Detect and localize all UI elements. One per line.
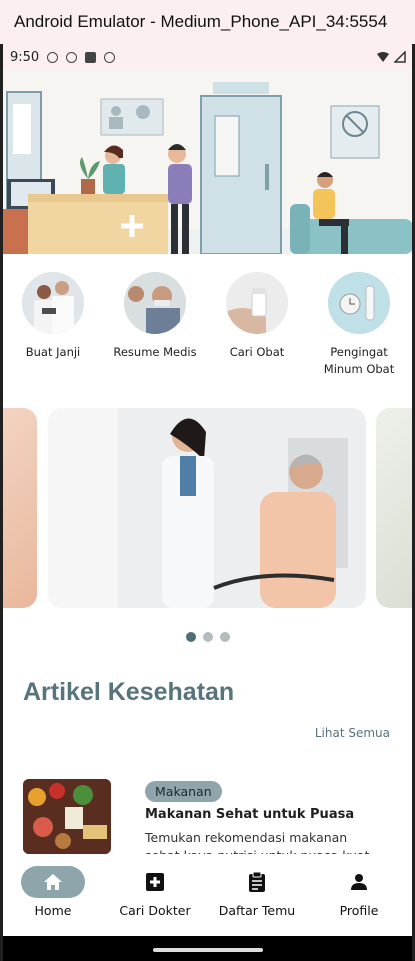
article-description: Temukan rekomendasi makanan sehat kaya n… [145, 830, 370, 854]
carousel-slide-prev[interactable] [3, 408, 37, 608]
nav-home[interactable]: Home [3, 866, 103, 918]
menu-label: Resume Medis [113, 345, 197, 359]
nav-label: Daftar Temu [218, 903, 296, 918]
medical-plus-icon [146, 873, 164, 891]
promo-carousel[interactable] [3, 408, 412, 608]
carousel-dot[interactable] [203, 632, 213, 642]
menu-buat-janji[interactable]: Buat Janji [3, 272, 103, 361]
doctors-photo-icon [22, 272, 84, 334]
patient-photo-icon [124, 272, 186, 334]
articles-title: Artikel Kesehatan [23, 678, 235, 706]
nav-cari-dokter-pill [123, 866, 187, 898]
carousel-dot[interactable] [185, 632, 196, 642]
info-icon [47, 51, 59, 63]
medicine-bottle-photo-icon [226, 272, 288, 334]
nav-label: Profile [339, 903, 379, 918]
gesture-bar-area [3, 936, 412, 961]
menu-pengingat-minum-obat[interactable]: Pengingat Minum Obat [309, 272, 409, 378]
nav-profile[interactable]: Profile [309, 866, 409, 918]
nav-label: Home [34, 903, 72, 918]
nav-cari-dokter[interactable]: Cari Dokter [105, 866, 205, 918]
nav-daftar-temu[interactable]: Daftar Temu [207, 866, 307, 918]
sd-card-icon [85, 51, 97, 63]
home-icon [44, 874, 62, 890]
bottom-navigation: Home Cari Dokter Daftar Temu Profile [3, 854, 412, 936]
clinic-illustration [3, 44, 412, 254]
food-photo [23, 779, 111, 854]
status-time: 9:50 [10, 49, 40, 65]
menu-cari-obat[interactable]: Cari Obat [207, 272, 307, 361]
home-gesture-handle[interactable] [153, 948, 263, 952]
article-title: Makanan Sehat untuk Puasa [145, 807, 355, 822]
nav-daftar-temu-pill [225, 866, 289, 898]
status-bar: 9:50 [3, 44, 412, 70]
person-icon [351, 874, 367, 890]
alarm-clock-photo-icon [328, 272, 390, 334]
carousel-slide-current[interactable] [48, 408, 366, 608]
article-card[interactable]: Makanan Makanan Sehat untuk Puasa Temuka… [23, 779, 393, 854]
menu-resume-medis[interactable]: Resume Medis [105, 272, 205, 361]
carousel-slide-next[interactable] [376, 408, 412, 608]
accessibility-icon [66, 51, 78, 63]
doctor-with-patient-photo [48, 408, 366, 608]
menu-label: Buat Janji [25, 345, 81, 359]
article-tag[interactable]: Makanan [145, 781, 222, 802]
menu-label: Pengingat Minum Obat [323, 345, 395, 376]
menu-label: Cari Obat [229, 345, 285, 359]
carousel-indicator [3, 627, 412, 646]
quick-menu: Buat Janji Resume Medis Cari Obat Pengin… [3, 272, 412, 382]
clipboard-icon [249, 871, 265, 892]
nav-label: Cari Dokter [119, 903, 191, 918]
sync-icon [104, 51, 116, 63]
hero-illustration: 9:50 [3, 44, 412, 254]
see-all-link[interactable]: Lihat Semua [315, 726, 390, 740]
emulator-title: Android Emulator - Medium_Phone_API_34:5… [0, 0, 415, 44]
wifi-icon [377, 52, 389, 62]
emulator-frame: Android Emulator - Medium_Phone_API_34:5… [0, 0, 415, 961]
phone-screen: 9:50 Buat Janji Resume Medis Cari Obat P… [3, 44, 413, 961]
nav-profile-pill [327, 866, 391, 898]
carousel-dot[interactable] [220, 632, 231, 642]
nav-home-pill [21, 866, 85, 898]
signal-icon [394, 51, 406, 63]
